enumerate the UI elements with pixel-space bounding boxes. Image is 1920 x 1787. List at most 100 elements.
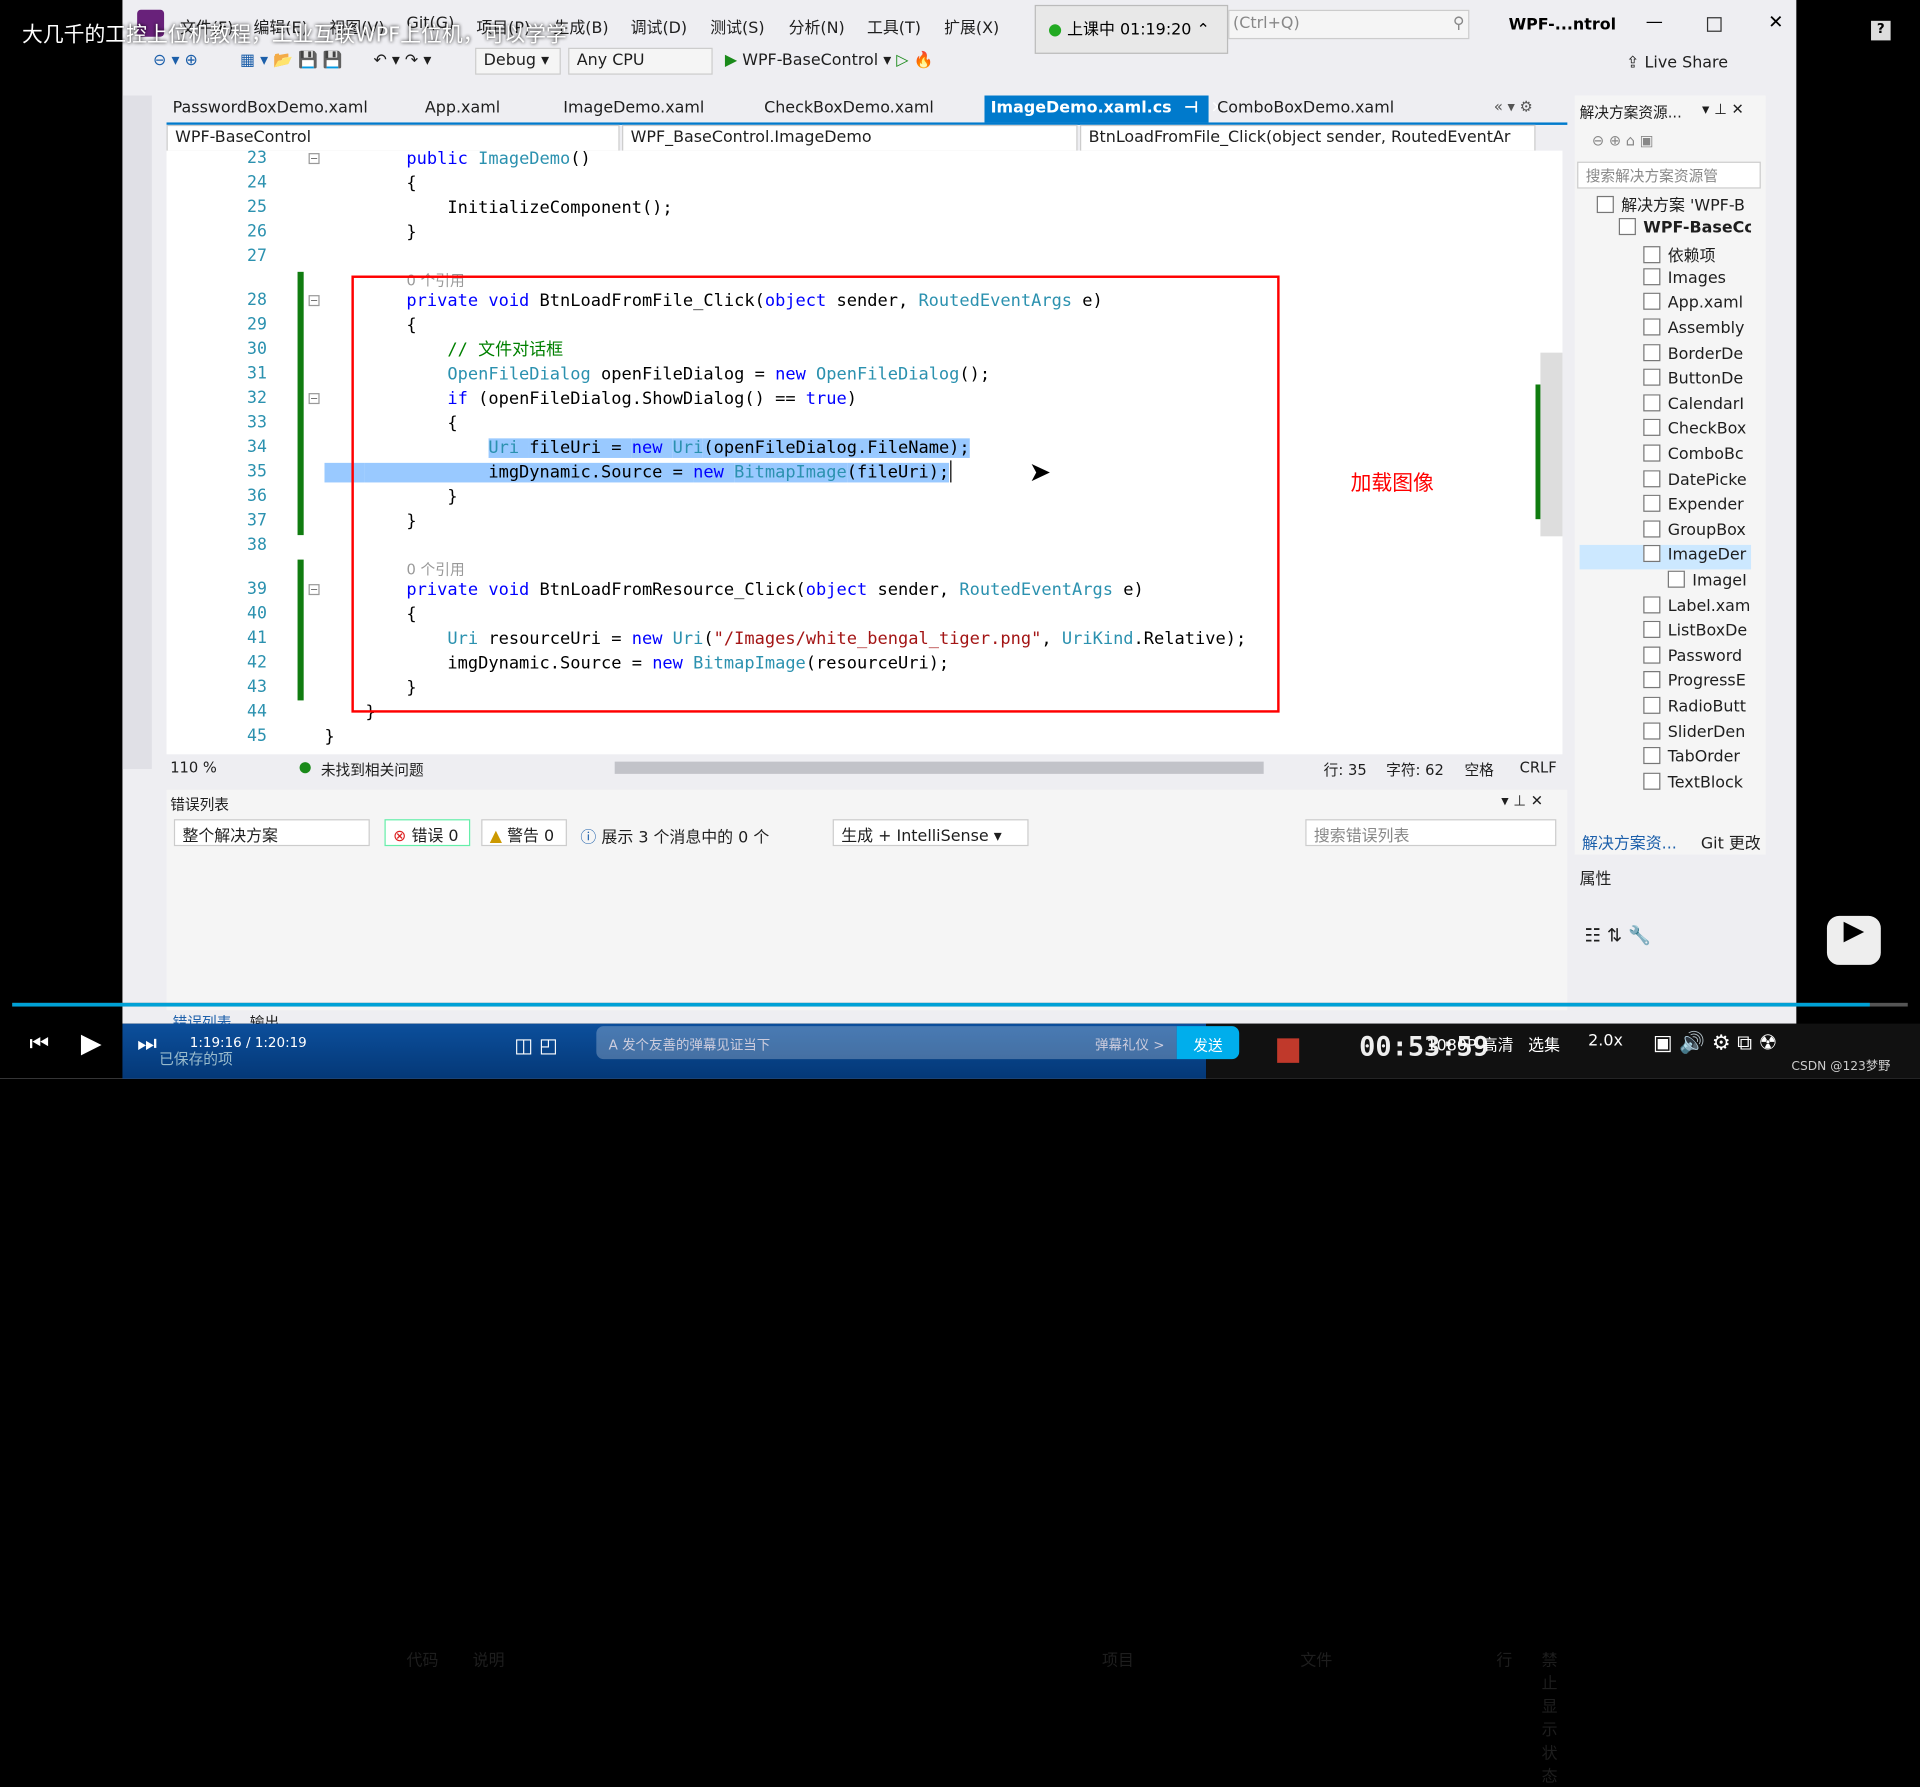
tree-item[interactable]: CalendarI: [1580, 394, 1751, 418]
prev-icon[interactable]: ⏮: [29, 1031, 49, 1057]
column-header[interactable]: 说明: [473, 1647, 505, 1670]
tree-item[interactable]: ProgressE: [1580, 671, 1751, 695]
live-share-button[interactable]: ⇪ Live Share: [1626, 54, 1728, 72]
tree-item-label: 依赖项: [1667, 247, 1716, 266]
tree-item[interactable]: TextBlock: [1580, 772, 1751, 796]
tab-label: App.xaml: [424, 99, 501, 118]
watermark: CSDN @123梦野: [1791, 1060, 1891, 1074]
danmaku-input[interactable]: A 发个友善的弹幕见证当下 弹幕礼仪 >: [596, 1026, 1177, 1060]
issues-status[interactable]: 未找到相关问题: [321, 759, 424, 780]
error-search-input[interactable]: 搜索错误列表: [1305, 819, 1557, 847]
se-toolbar-icons[interactable]: ⊖ ⊕ ⌂ ▣: [1592, 132, 1654, 149]
tree-item-label: Assembly: [1667, 319, 1745, 338]
tree-item[interactable]: DatePicke: [1580, 469, 1751, 494]
tree-item[interactable]: App.xaml: [1580, 293, 1751, 317]
start-button[interactable]: ▶ WPF-BaseControl ▾ ▷ 🔥: [725, 51, 934, 69]
back-icon[interactable]: ⊖ ▾ ⊕: [153, 51, 198, 69]
maximize-button[interactable]: [1706, 17, 1722, 32]
tree-item[interactable]: CheckBox: [1580, 419, 1751, 443]
tab-overflow-icons[interactable]: « ▾ ⚙: [1494, 98, 1533, 115]
toolbox-strip[interactable]: [122, 95, 152, 769]
line-number: 44: [247, 701, 267, 722]
column-header[interactable]: 文件: [1300, 1647, 1332, 1670]
search-input[interactable]: (Ctrl+Q) ⚲: [1228, 9, 1470, 40]
play-icon[interactable]: ▶: [81, 1029, 102, 1060]
video-progress[interactable]: [12, 1002, 1908, 1007]
warnings-filter[interactable]: ▲ 警告 0: [481, 819, 567, 847]
column-header[interactable]: 行: [1496, 1647, 1512, 1670]
scope-dropdown[interactable]: 整个解决方案: [173, 819, 370, 847]
close-button[interactable]: ✕: [1768, 11, 1783, 33]
fold-toggle-icon[interactable]: −: [308, 584, 320, 596]
zoom-level[interactable]: 110 %: [170, 759, 217, 776]
send-button[interactable]: 发送: [1176, 1026, 1240, 1060]
menu-item[interactable]: 分析(N): [789, 15, 845, 38]
properties-toolbar-icons[interactable]: ☷ ⇅ 🔧: [1584, 924, 1650, 946]
tree-item[interactable]: RadioButt: [1580, 696, 1751, 721]
fold-toggle-icon[interactable]: −: [308, 295, 320, 307]
change-bar: [297, 271, 304, 536]
class-dropdown[interactable]: WPF_BaseControl.ImageDemo: [622, 124, 1078, 152]
panel-controls[interactable]: ▾ ⊥ ✕: [1501, 792, 1543, 809]
platform-select[interactable]: Any CPU: [568, 47, 713, 75]
se-search-input[interactable]: 搜索解决方案资源管: [1577, 161, 1761, 189]
tree-item[interactable]: ButtonDe: [1580, 368, 1751, 393]
tab-app-xaml[interactable]: App.xaml: [419, 96, 555, 123]
undo-icon[interactable]: ↶ ▾ ↷ ▾: [373, 51, 431, 69]
file-icons[interactable]: ▦ ▾ 📂 💾 💾: [240, 51, 343, 69]
tree-item[interactable]: ListBoxDe: [1580, 621, 1751, 645]
fold-toggle-icon[interactable]: −: [308, 393, 320, 405]
tree-item[interactable]: Expender: [1580, 494, 1751, 519]
source-dropdown[interactable]: 生成 + IntelliSense ▾: [832, 819, 1029, 847]
messages-filter[interactable]: ⓘ 展示 3 个消息中的 0 个: [580, 824, 769, 847]
tree-item[interactable]: ImageDer: [1579, 545, 1752, 570]
tree-item[interactable]: Password: [1580, 646, 1751, 670]
line-number: 40: [247, 603, 267, 624]
tree-item[interactable]: SliderDen: [1580, 721, 1751, 746]
tree-item[interactable]: 依赖项: [1580, 243, 1751, 267]
pin-icon[interactable]: ⊣: [1184, 99, 1199, 117]
errors-filter[interactable]: ⊗ 错误 0: [384, 819, 471, 847]
tree-item[interactable]: BorderDe: [1580, 343, 1751, 368]
tree-item[interactable]: ImageI: [1580, 570, 1751, 595]
tree-item[interactable]: TabOrder: [1580, 747, 1751, 771]
tree-item[interactable]: WPF-BaseCc: [1580, 217, 1751, 241]
tree-item[interactable]: Assembly: [1580, 318, 1751, 342]
menu-item[interactable]: 扩展(X): [944, 15, 999, 38]
fold-toggle-icon[interactable]: −: [308, 153, 320, 165]
tree-item[interactable]: ComboBc: [1580, 444, 1751, 468]
tree-item[interactable]: Label.xam: [1580, 595, 1751, 620]
config-select[interactable]: Debug ▾: [475, 47, 561, 75]
tree-item[interactable]: Images: [1580, 267, 1751, 292]
bilibili-icon[interactable]: ▶: [1826, 915, 1881, 965]
menu-item[interactable]: 测试(S): [710, 15, 764, 38]
vertical-scrollbar[interactable]: [1535, 352, 1563, 537]
column-header[interactable]: 禁止显示状态: [1542, 1647, 1568, 1787]
tab-passwordboxdemo-xaml[interactable]: PasswordBoxDemo.xaml: [167, 96, 417, 123]
menu-item[interactable]: 工具(T): [867, 15, 921, 38]
episodes-button[interactable]: 选集: [1528, 1032, 1560, 1055]
tab-comboboxdemo-xaml[interactable]: ComboBoxDemo.xaml: [1211, 96, 1436, 123]
menu-item[interactable]: 调试(D): [631, 15, 688, 38]
tree-item[interactable]: 解决方案 'WPF-B: [1580, 192, 1751, 216]
se-tab[interactable]: 解决方案资...: [1582, 830, 1677, 853]
minimize-button[interactable]: —: [1646, 12, 1663, 32]
panel-controls[interactable]: ▾ ⊥ ✕: [1702, 100, 1744, 117]
tab-imagedemo-xaml-cs[interactable]: ImageDemo.xaml.cs ⊣ ✕: [984, 95, 1224, 123]
speed-button[interactable]: 2.0x: [1588, 1032, 1623, 1050]
member-dropdown[interactable]: BtnLoadFromFile_Click(object sender, Rou…: [1080, 124, 1536, 152]
quality-button[interactable]: 1080P 高清: [1427, 1032, 1514, 1055]
tab-imagedemo-xaml[interactable]: ImageDemo.xaml: [557, 96, 755, 123]
danmaku-toggle-icon[interactable]: ◫ ◰: [514, 1033, 557, 1056]
tree-item[interactable]: GroupBox: [1580, 520, 1751, 544]
next-icon[interactable]: ⏭: [137, 1031, 157, 1057]
horizontal-scrollbar[interactable]: [614, 761, 1264, 774]
se-tab[interactable]: Git 更改: [1701, 830, 1761, 853]
tab-checkboxdemo-xaml[interactable]: CheckBoxDemo.xaml: [758, 96, 982, 123]
column-header[interactable]: 项目: [1102, 1647, 1134, 1670]
help-icon[interactable]: ?: [1871, 20, 1891, 41]
column-header[interactable]: 代码: [407, 1647, 439, 1670]
saved-items: 已保存的项: [159, 1050, 233, 1068]
live-badge[interactable]: ● 上课中 01:19:20 ⌃: [1034, 4, 1229, 54]
player-control-icons[interactable]: ▣ 🔊 ⚙ ⧉ ☢: [1653, 1031, 1777, 1055]
